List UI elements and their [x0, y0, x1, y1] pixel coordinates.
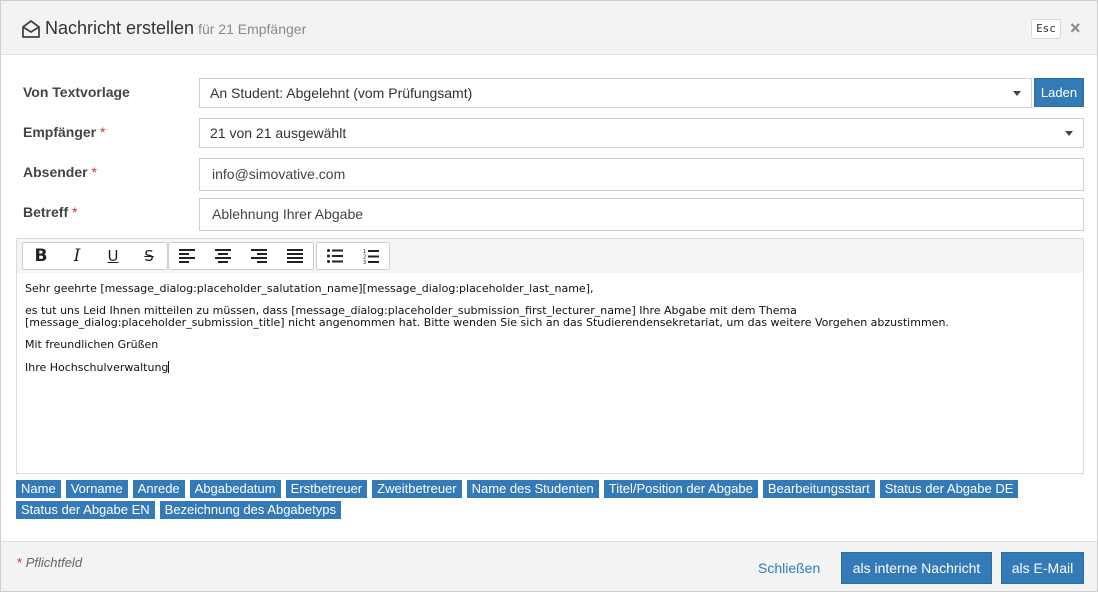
sender-field[interactable]: info@simovative.com: [199, 158, 1084, 191]
dialog-title: Nachricht erstellen für 21 Empfänger: [45, 18, 306, 39]
envelope-open-icon: [21, 19, 41, 39]
sender-label-text: Absender: [23, 164, 88, 180]
sender-label: Absender *: [23, 164, 97, 180]
svg-text:3: 3: [363, 260, 366, 264]
recipients-select[interactable]: 21 von 21 ausgewählt: [199, 118, 1084, 148]
placeholder-button[interactable]: Status der Abgabe EN: [16, 501, 155, 519]
send-email-button[interactable]: als E-Mail: [1001, 552, 1084, 584]
body-line-2: [message_dialog:placeholder_submission_t…: [25, 316, 949, 329]
dialog-title-text: Nachricht erstellen: [45, 18, 195, 38]
message-dialog: Nachricht erstellen für 21 Empfänger Esc …: [0, 0, 1098, 592]
editor-toolbar: B I U S 1 2 3: [17, 239, 1083, 273]
placeholder-button[interactable]: Name: [16, 480, 61, 498]
placeholder-button[interactable]: Status der Abgabe DE: [879, 480, 1019, 498]
strikethrough-icon[interactable]: S: [131, 243, 167, 269]
placeholder-button[interactable]: Vorname: [65, 480, 128, 498]
placeholder-button[interactable]: Bezeichnung des Abgabetyps: [159, 501, 341, 519]
align-center-icon[interactable]: [205, 243, 241, 269]
chevron-down-icon: [1013, 91, 1021, 96]
close-link[interactable]: Schließen: [758, 560, 820, 576]
required-mark: *: [91, 164, 97, 180]
text-cursor: [168, 361, 170, 373]
placeholder-button[interactable]: Abgabedatum: [189, 480, 281, 498]
required-mark: *: [72, 204, 78, 220]
numbered-list-icon[interactable]: 123: [353, 243, 389, 269]
placeholder-button[interactable]: Bearbeitungsstart: [762, 480, 875, 498]
placeholder-button[interactable]: Zweitbetreuer: [372, 480, 462, 498]
placeholder-row-1: Name Vorname Anrede Abgabedatum Erstbetr…: [16, 480, 1023, 498]
subject-label-text: Betreff: [23, 204, 69, 220]
required-mark: *: [17, 555, 23, 570]
subject-label: Betreff *: [23, 204, 77, 220]
dialog-subtitle: für 21 Empfänger: [198, 21, 307, 37]
send-internal-button[interactable]: als interne Nachricht: [841, 552, 992, 584]
dialog-footer: * Pflichtfeld Schließen als interne Nach…: [1, 541, 1097, 591]
bold-icon[interactable]: B: [23, 243, 59, 269]
editor-content[interactable]: Sehr geehrte [message_dialog:placeholder…: [25, 283, 1075, 384]
close-icon[interactable]: ×: [1070, 17, 1081, 39]
template-label: Von Textvorlage: [23, 84, 130, 100]
recipients-select-value: 21 von 21 ausgewählt: [210, 125, 347, 141]
list-group: 123: [316, 242, 390, 270]
align-right-icon[interactable]: [241, 243, 277, 269]
template-label-text: Von Textvorlage: [23, 84, 130, 100]
required-note: * Pflichtfeld: [17, 555, 82, 570]
required-note-text: Pflichtfeld: [25, 555, 83, 570]
message-editor[interactable]: B I U S 1 2 3 Sehr geehrte [message_dial…: [16, 238, 1084, 474]
required-mark: *: [100, 124, 106, 140]
recipients-label-text: Empfänger: [23, 124, 97, 140]
recipients-label: Empfänger *: [23, 124, 105, 140]
align-group: [168, 242, 314, 270]
placeholder-button[interactable]: Titel/Position der Abgabe: [603, 480, 758, 498]
subject-field[interactable]: Ablehnung Ihrer Abgabe: [199, 198, 1084, 231]
placeholder-button[interactable]: Anrede: [132, 480, 185, 498]
signature-text: Ihre Hochschulverwaltung: [25, 361, 169, 374]
italic-icon[interactable]: I: [59, 243, 95, 269]
esc-hint: Esc: [1031, 19, 1061, 39]
placeholder-button[interactable]: Name des Studenten: [466, 480, 599, 498]
align-left-icon[interactable]: [169, 243, 205, 269]
greeting-line: Sehr geehrte [message_dialog:placeholder…: [25, 282, 594, 295]
closing-line: Mit freundlichen Grüßen: [25, 338, 159, 351]
template-select-value: An Student: Abgelehnt (vom Prüfungsamt): [210, 85, 473, 101]
dialog-header: Nachricht erstellen für 21 Empfänger Esc …: [1, 1, 1097, 55]
format-group: B I U S: [22, 242, 168, 270]
placeholder-row-2: Status der Abgabe EN Bezeichnung des Abg…: [16, 501, 346, 519]
align-justify-icon[interactable]: [277, 243, 313, 269]
load-template-button[interactable]: Laden: [1034, 78, 1084, 107]
body-paragraph: es tut uns Leid Ihnen mitteilen zu müsse…: [25, 305, 1075, 329]
template-select[interactable]: An Student: Abgelehnt (vom Prüfungsamt): [199, 78, 1032, 108]
signature-line: Ihre Hochschulverwaltung: [25, 361, 1075, 374]
bullet-list-icon[interactable]: [317, 243, 353, 269]
placeholder-button[interactable]: Erstbetreuer: [285, 480, 368, 498]
underline-icon[interactable]: U: [95, 243, 131, 269]
chevron-down-icon: [1065, 131, 1073, 136]
